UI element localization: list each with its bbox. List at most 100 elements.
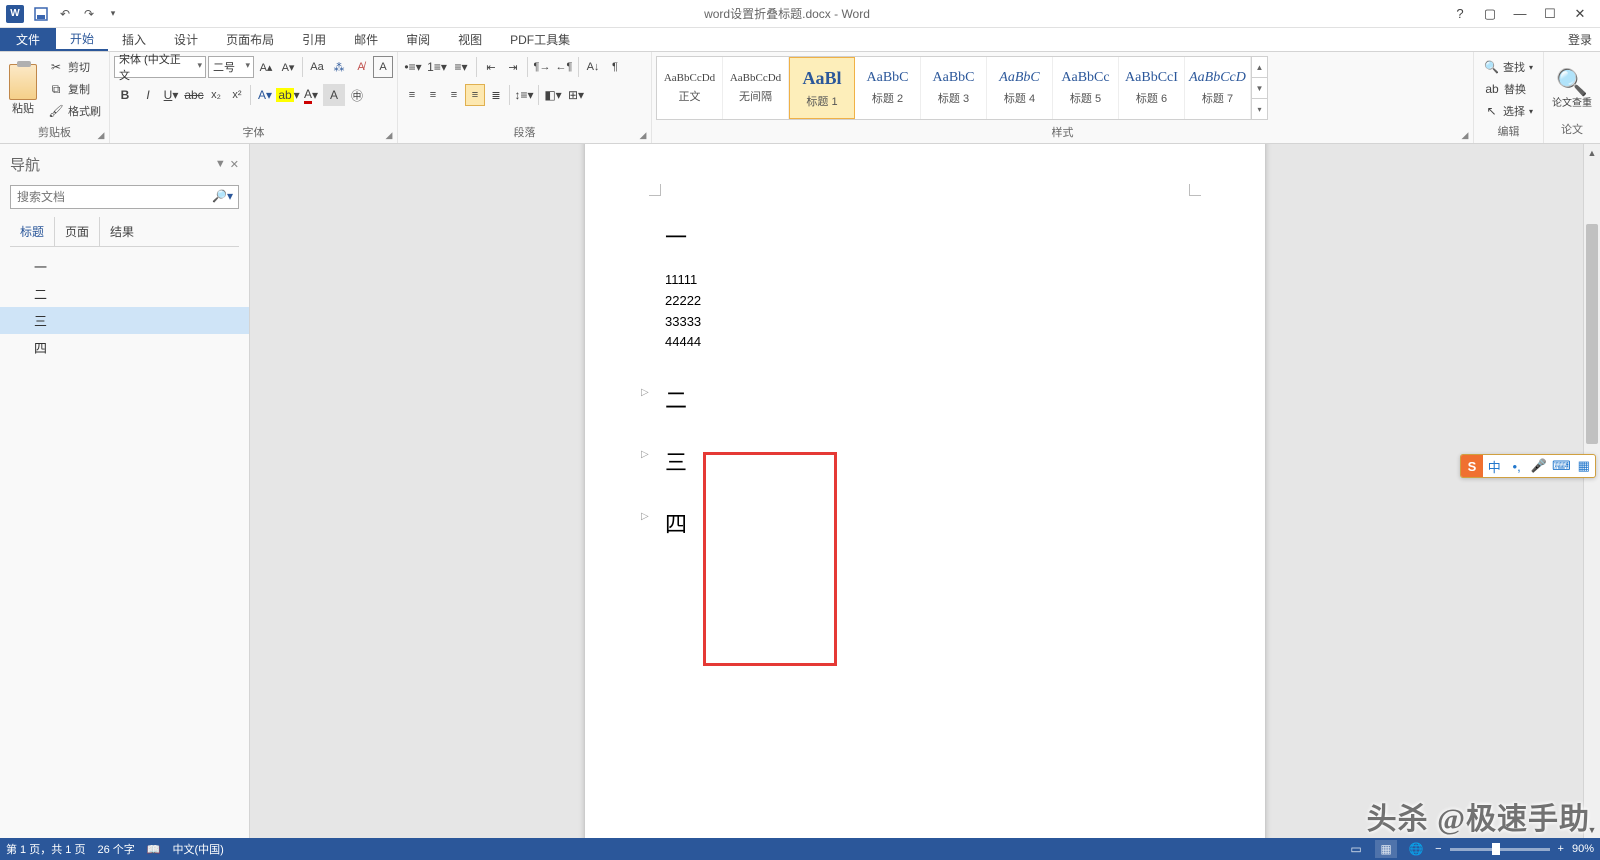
italic-button[interactable]: I: [137, 84, 159, 106]
show-marks-button[interactable]: ¶: [605, 56, 625, 78]
find-button[interactable]: 🔍查找▾: [1480, 56, 1537, 78]
shading-button[interactable]: ◧▾: [542, 84, 564, 106]
tab-mailings[interactable]: 邮件: [340, 28, 392, 51]
ime-keyboard-icon[interactable]: ⌨: [1550, 458, 1572, 474]
vertical-scrollbar[interactable]: ▲ ▼: [1583, 144, 1600, 838]
view-web-layout[interactable]: 🌐: [1405, 840, 1427, 858]
body-line[interactable]: 33333: [665, 312, 1185, 333]
help-button[interactable]: ?: [1446, 3, 1474, 25]
numbering-button[interactable]: 1≡▾: [426, 56, 448, 78]
view-read-mode[interactable]: ▭: [1345, 840, 1367, 858]
ime-voice-icon[interactable]: 🎤: [1528, 458, 1550, 474]
nav-item-4[interactable]: 四: [0, 334, 249, 361]
tab-design[interactable]: 设计: [160, 28, 212, 51]
paste-button[interactable]: 粘贴: [4, 56, 42, 124]
collapsed-heading-2[interactable]: 二: [665, 383, 1185, 415]
character-border-button[interactable]: A: [373, 56, 393, 78]
nav-item-2[interactable]: 二: [0, 280, 249, 307]
justify-button[interactable]: ≡: [465, 84, 485, 106]
format-painter-button[interactable]: 🖌格式刷: [44, 100, 105, 122]
ribbon-display-button[interactable]: ▢: [1476, 3, 1504, 25]
font-color-button[interactable]: A▾: [300, 84, 322, 106]
scroll-thumb[interactable]: [1586, 224, 1598, 444]
character-shading-button[interactable]: A: [323, 84, 345, 106]
style-heading5[interactable]: AaBbCc标题 5: [1053, 57, 1119, 119]
superscript-button[interactable]: x²: [227, 84, 247, 106]
shrink-font-button[interactable]: A▾: [278, 56, 298, 78]
style-heading7[interactable]: AaBbCcD标题 7: [1185, 57, 1251, 119]
tab-review[interactable]: 审阅: [392, 28, 444, 51]
increase-indent-button[interactable]: ⇥: [503, 56, 523, 78]
ltr-button[interactable]: ¶→: [532, 56, 552, 78]
styles-launcher[interactable]: ◢: [1459, 129, 1471, 141]
nav-tab-results[interactable]: 结果: [100, 217, 144, 246]
distributed-button[interactable]: ≣: [486, 84, 506, 106]
undo-button[interactable]: ↶: [54, 3, 76, 25]
sort-button[interactable]: A↓: [583, 56, 603, 78]
view-print-layout[interactable]: ▦: [1375, 840, 1397, 858]
style-heading3[interactable]: AaBbC标题 3: [921, 57, 987, 119]
clear-formatting-button[interactable]: A̸: [351, 56, 371, 78]
zoom-level[interactable]: 90%: [1572, 843, 1594, 855]
document-area[interactable]: 一 11111 22222 33333 44444 二 三 四 ▲ ▼: [250, 144, 1600, 838]
font-launcher[interactable]: ◢: [383, 129, 395, 141]
body-line[interactable]: 11111: [665, 270, 1185, 291]
nav-tab-pages[interactable]: 页面: [55, 217, 100, 246]
multilevel-list-button[interactable]: ≡▾: [450, 56, 472, 78]
cut-button[interactable]: ✂剪切: [44, 56, 105, 78]
ime-logo[interactable]: S: [1461, 455, 1483, 477]
tab-insert[interactable]: 插入: [108, 28, 160, 51]
save-button[interactable]: [30, 3, 52, 25]
zoom-out-button[interactable]: −: [1435, 843, 1441, 855]
body-line[interactable]: 44444: [665, 332, 1185, 353]
change-case-button[interactable]: Aa: [307, 56, 327, 78]
status-words[interactable]: 26 个字: [97, 841, 134, 857]
file-tab[interactable]: 文件: [0, 28, 56, 51]
subscript-button[interactable]: x₂: [206, 84, 226, 106]
status-page[interactable]: 第 1 页，共 1 页: [6, 841, 85, 857]
bullets-button[interactable]: •≡▾: [402, 56, 424, 78]
style-heading2[interactable]: AaBbC标题 2: [855, 57, 921, 119]
ime-punct-icon[interactable]: •,: [1505, 459, 1527, 474]
align-left-button[interactable]: ≡: [402, 84, 422, 106]
tab-pdf[interactable]: PDF工具集: [496, 28, 584, 51]
grow-font-button[interactable]: A▴: [256, 56, 276, 78]
search-input[interactable]: [10, 185, 239, 209]
decrease-indent-button[interactable]: ⇤: [481, 56, 501, 78]
style-heading1[interactable]: AaBl标题 1: [789, 57, 855, 119]
line-spacing-button[interactable]: ↕≡▾: [513, 84, 535, 106]
gallery-up-button[interactable]: ▲: [1252, 57, 1267, 78]
font-name-combo[interactable]: 宋体 (中文正文: [114, 56, 206, 78]
align-right-button[interactable]: ≡: [444, 84, 464, 106]
search-icon[interactable]: 🔎▾: [212, 189, 233, 203]
gallery-more-button[interactable]: ▾: [1252, 99, 1267, 119]
status-language[interactable]: 中文(中国): [172, 841, 223, 857]
body-line[interactable]: 22222: [665, 291, 1185, 312]
rtl-button[interactable]: ←¶: [554, 56, 574, 78]
strikethrough-button[interactable]: abc: [183, 84, 205, 106]
thesis-check-button[interactable]: 🔍 论文查重: [1548, 54, 1596, 122]
gallery-down-button[interactable]: ▼: [1252, 78, 1267, 99]
tab-layout[interactable]: 页面布局: [212, 28, 288, 51]
ime-menu-icon[interactable]: ▦: [1573, 458, 1595, 474]
status-proofing-icon[interactable]: 📖: [147, 841, 161, 857]
ime-toolbar[interactable]: S 中 •, 🎤 ⌨ ▦: [1460, 454, 1596, 478]
qat-customize[interactable]: ▾: [102, 3, 124, 25]
paragraph-launcher[interactable]: ◢: [637, 129, 649, 141]
bold-button[interactable]: B: [114, 84, 136, 106]
nav-dropdown[interactable]: ▼: [215, 158, 226, 171]
align-center-button[interactable]: ≡: [423, 84, 443, 106]
document-content[interactable]: 一 11111 22222 33333 44444 二 三 四: [665, 214, 1185, 569]
font-size-combo[interactable]: 二号: [208, 56, 254, 78]
tab-view[interactable]: 视图: [444, 28, 496, 51]
style-heading6[interactable]: AaBbCcI标题 6: [1119, 57, 1185, 119]
heading-1[interactable]: 一: [665, 220, 1185, 252]
replace-button[interactable]: ab替换: [1480, 78, 1537, 100]
text-effects-button[interactable]: A▾: [254, 84, 276, 106]
zoom-thumb[interactable]: [1492, 843, 1500, 855]
close-button[interactable]: ✕: [1566, 3, 1594, 25]
enclose-characters-button[interactable]: ㊥: [346, 84, 368, 106]
nav-close-button[interactable]: ✕: [230, 158, 239, 171]
style-heading4[interactable]: AaBbC标题 4: [987, 57, 1053, 119]
select-button[interactable]: ↖选择▾: [1480, 100, 1537, 122]
